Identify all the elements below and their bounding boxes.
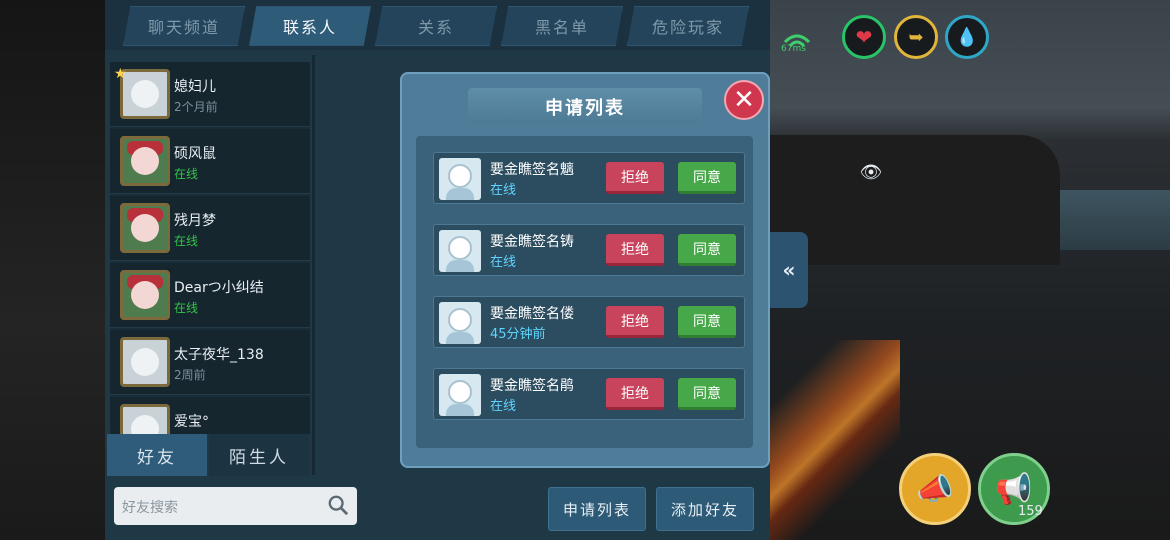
- avatar: [120, 203, 170, 253]
- search-icon[interactable]: [327, 494, 349, 516]
- contact-name: Dearつ小纠结: [174, 280, 264, 296]
- contact-list[interactable]: ★ 媳妇儿 2个月前 硕风鼠 在线 残月梦 在线 Dearつ小纠结 在线 太子夜…: [110, 62, 310, 434]
- contact-item[interactable]: 太子夜华_138 2周前: [110, 330, 310, 395]
- arrow-icon: ➥: [908, 26, 924, 48]
- health-gauge: ❤: [842, 15, 886, 59]
- reject-button[interactable]: 拒绝: [606, 234, 664, 266]
- tab-friends[interactable]: 好友: [107, 434, 207, 476]
- contact-status: 在线: [174, 301, 199, 315]
- reject-button[interactable]: 拒绝: [606, 378, 664, 410]
- contact-name: 硕风鼠: [174, 146, 216, 162]
- contact-item[interactable]: 残月梦 在线: [110, 196, 310, 261]
- avatar: [439, 374, 481, 416]
- avatar: [439, 230, 481, 272]
- collapse-panel-button[interactable]: «: [770, 232, 808, 308]
- tab-strangers[interactable]: 陌生人: [209, 434, 309, 476]
- search-placeholder: 好友搜索: [122, 500, 178, 516]
- game-background-left: [0, 0, 110, 540]
- contact-name: 太子夜华_138: [174, 347, 264, 363]
- contact-item[interactable]: ★ 媳妇儿 2个月前: [110, 62, 310, 127]
- contact-item[interactable]: 硕风鼠 在线: [110, 129, 310, 194]
- request-row: 要金瞧签名偻 45分钟前 拒绝 同意: [433, 296, 745, 348]
- tab-dangerous-players[interactable]: 危险玩家: [627, 6, 749, 46]
- avatar: [120, 270, 170, 320]
- contact-item[interactable]: Dearつ小纠结 在线: [110, 263, 310, 328]
- tab-contacts[interactable]: 联系人: [249, 6, 371, 46]
- megaphone-icon: 📢: [995, 471, 1033, 507]
- megaphone-count: 159: [1018, 504, 1043, 519]
- tab-blacklist[interactable]: 黑名单: [501, 6, 623, 46]
- ping-readout: 67ms: [781, 44, 806, 54]
- lava-flow: [770, 340, 900, 540]
- request-name: 要金瞧签名偻: [490, 306, 574, 322]
- accept-button[interactable]: 同意: [678, 234, 736, 266]
- avatar: [439, 158, 481, 200]
- accept-button[interactable]: 同意: [678, 306, 736, 338]
- avatar: [120, 337, 170, 387]
- avatar: [120, 69, 170, 119]
- divider: [312, 55, 315, 475]
- water-gauge: 💧: [945, 15, 989, 59]
- contact-status: 在线: [174, 167, 199, 181]
- request-row: 要金瞧签名铸 在线 拒绝 同意: [433, 224, 745, 276]
- contact-status: 在线: [174, 234, 199, 248]
- contact-name: 爱宝°: [174, 414, 209, 430]
- megaphone-button[interactable]: 📣: [899, 453, 971, 525]
- star-icon: ★: [114, 66, 127, 82]
- contact-status: 2周前: [174, 368, 206, 382]
- request-row: 要金瞧签名魑 在线 拒绝 同意: [433, 152, 745, 204]
- water-drop-icon: 💧: [955, 26, 979, 48]
- contact-name: 残月梦: [174, 213, 216, 229]
- request-list-button[interactable]: 申请列表: [548, 487, 646, 531]
- contact-status: 2个月前: [174, 100, 218, 114]
- contact-item[interactable]: 爱宝°: [110, 397, 310, 434]
- contact-name: 媳妇儿: [174, 79, 216, 95]
- request-status: 在线: [490, 399, 517, 414]
- reject-button[interactable]: 拒绝: [606, 306, 664, 338]
- avatar: [439, 302, 481, 344]
- dialog-title-bar: 申请列表: [468, 88, 702, 124]
- avatar: [120, 404, 170, 434]
- stamina-gauge: ➥: [894, 15, 938, 59]
- tab-relations[interactable]: 关系: [375, 6, 497, 46]
- tab-bar: 聊天频道 联系人 关系 黑名单 危险玩家: [105, 0, 770, 50]
- request-list: 要金瞧签名魑 在线 拒绝 同意 要金瞧签名铸 在线 拒绝 同意 要金瞧签名偻 4…: [416, 136, 753, 448]
- eye-icon[interactable]: 👁: [856, 158, 886, 188]
- dialog-title: 申请列表: [545, 98, 625, 119]
- megaphone-icon: 📣: [916, 471, 954, 507]
- rock-cliff: [770, 135, 1060, 265]
- friend-search-input[interactable]: 好友搜索: [114, 487, 357, 525]
- request-status: 在线: [490, 255, 517, 270]
- request-status: 在线: [490, 183, 517, 198]
- request-list-dialog: ❖ ❖ 申请列表 要金瞧签名魑 在线 拒绝 同意 要金瞧签名铸 在线 拒绝 同意…: [400, 72, 770, 468]
- tab-chat-channel[interactable]: 聊天频道: [123, 6, 245, 46]
- add-friend-button[interactable]: 添加好友: [656, 487, 754, 531]
- close-icon[interactable]: ✕: [724, 80, 764, 120]
- request-name: 要金瞧签名铸: [490, 234, 574, 250]
- request-name: 要金瞧签名魑: [490, 162, 574, 178]
- accept-button[interactable]: 同意: [678, 162, 736, 194]
- avatar: [120, 136, 170, 186]
- request-name: 要金瞧签名鹃: [490, 378, 574, 394]
- reject-button[interactable]: 拒绝: [606, 162, 664, 194]
- heart-icon: ❤: [855, 25, 873, 49]
- request-status: 45分钟前: [490, 327, 546, 342]
- request-row: 要金瞧签名鹃 在线 拒绝 同意: [433, 368, 745, 420]
- friend-type-tabs: 好友 陌生人: [107, 434, 312, 476]
- accept-button[interactable]: 同意: [678, 378, 736, 410]
